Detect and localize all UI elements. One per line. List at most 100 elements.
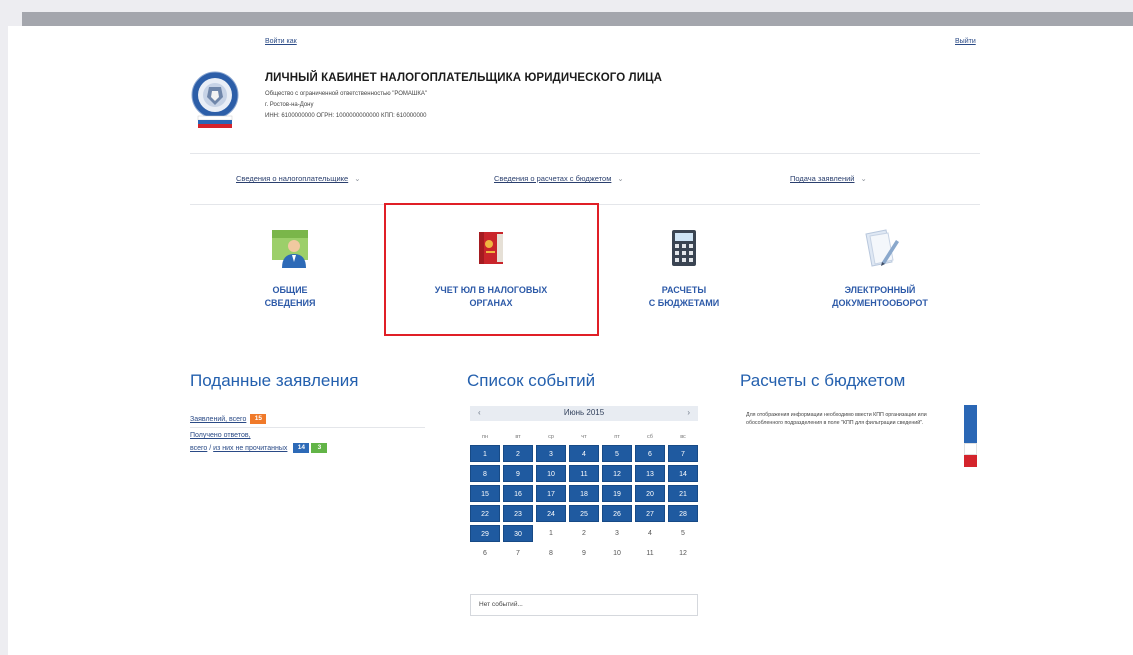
calendar-grid: пн вт ср чт пт сб вс 1 2 3 4 5 6 7 8 9 10 11 12 13 14 15 16 17 1…	[470, 432, 698, 562]
calendar-day-other-month[interactable]: 7	[503, 545, 533, 562]
tile-label-line1: ОБЩИЕ	[272, 285, 308, 295]
chevron-down-icon: ⌄	[617, 174, 624, 183]
applications-title: Поданные заявления	[190, 371, 359, 390]
selected-tile-highlight	[384, 203, 599, 336]
calendar-day[interactable]: 17	[536, 485, 566, 502]
calendar-weekday: вс	[680, 434, 686, 440]
calendar-day-other-month[interactable]: 10	[602, 545, 632, 562]
chevron-down-icon: ⌄	[860, 174, 867, 183]
fns-emblem-icon	[191, 71, 239, 128]
calendar-header: ‹ Июнь 2015 ›	[470, 406, 698, 421]
no-events-text: Нет событий...	[479, 601, 523, 608]
budget-info-box: Для отображения информации необходимо вв…	[740, 405, 978, 467]
nav-item-label: Сведения о расчетах с бюджетом	[494, 174, 612, 183]
responses-row: всего / из них не прочитанных 14 3	[190, 443, 328, 453]
calendar-day-other-month[interactable]: 5	[668, 525, 698, 542]
applications-total-badge: 15	[250, 414, 267, 424]
tile-label-line1: РАСЧЕТЫ	[661, 285, 707, 295]
applications-divider	[190, 427, 425, 428]
budget-title: Расчеты с бюджетом	[740, 371, 906, 390]
calendar-day-other-month[interactable]: 1	[536, 525, 566, 542]
calendar-day[interactable]: 6	[635, 445, 665, 462]
calendar-day-other-month[interactable]: 6	[470, 545, 500, 562]
calendar-day[interactable]: 30	[503, 525, 533, 542]
browser-top-bar	[22, 12, 1133, 26]
calendar-day-other-month[interactable]: 8	[536, 545, 566, 562]
nav-item-budget-info[interactable]: Сведения о расчетах с бюджетом ⌄	[494, 174, 624, 183]
calendar-day[interactable]: 22	[470, 505, 500, 522]
responses-received-badge: 14	[293, 443, 310, 453]
org-identifiers: ИНН: 6100000000 ОГРН: 1000000000000 КПП:…	[265, 113, 427, 119]
calendar-day[interactable]: 11	[569, 465, 599, 482]
applications-total-link[interactable]: Заявлений, всего	[190, 416, 246, 423]
calendar-day[interactable]: 13	[635, 465, 665, 482]
calendar-next-arrow[interactable]: ›	[687, 408, 690, 417]
tile-electronic-docs[interactable]: ЭЛЕКТРОННЫЙ ДОКУМЕНТООБОРОТ	[780, 214, 980, 310]
calendar-weekday: пн	[481, 434, 488, 440]
calendar-day[interactable]: 21	[668, 485, 698, 502]
nav-item-taxpayer-info[interactable]: Сведения о налогоплательщике ⌄	[236, 174, 360, 183]
calendar-day-other-month[interactable]: 12	[668, 545, 698, 562]
calendar-day[interactable]: 18	[569, 485, 599, 502]
calendar-day[interactable]: 16	[503, 485, 533, 502]
org-name: Общество с ограниченной ответственностью…	[265, 91, 428, 97]
calendar-day-other-month[interactable]: 2	[569, 525, 599, 542]
calendar-day[interactable]: 12	[602, 465, 632, 482]
calendar-day[interactable]: 10	[536, 465, 566, 482]
tile-label-line2: СВЕДЕНИЯ	[264, 298, 316, 308]
enter-as-link[interactable]: Войти как	[265, 38, 297, 45]
calendar-day[interactable]: 9	[503, 465, 533, 482]
calendar-day[interactable]: 26	[602, 505, 632, 522]
calendar-day[interactable]: 5	[602, 445, 632, 462]
calendar-weekday: чт	[581, 434, 587, 440]
calendar-day-other-month[interactable]: 11	[635, 545, 665, 562]
calendar-day[interactable]: 2	[503, 445, 533, 462]
person-icon	[272, 230, 308, 268]
russian-flag-stripe	[964, 405, 977, 467]
responses-unread-link[interactable]: из них не прочитанных	[213, 445, 287, 452]
tile-general-info[interactable]: ОБЩИЕ СВЕДЕНИЯ	[190, 214, 390, 310]
calendar-weekday: вт	[515, 434, 521, 440]
calendar-month: Июнь 2015	[563, 408, 605, 417]
tile-budget-settlements[interactable]: РАСЧЕТЫ С БЮДЖЕТАМИ	[584, 214, 784, 310]
calendar-day[interactable]: 25	[569, 505, 599, 522]
responses-all-link[interactable]: всего	[190, 445, 207, 452]
calendar-weekday: пт	[614, 434, 620, 440]
header-divider	[190, 153, 980, 154]
calendar-day[interactable]: 27	[635, 505, 665, 522]
applications-total-row: Заявлений, всего 15	[190, 414, 267, 424]
budget-info-text: Для отображения информации необходимо вв…	[746, 412, 927, 427]
calendar-day[interactable]: 15	[470, 485, 500, 502]
exit-link[interactable]: Выйти	[955, 38, 976, 45]
calendar-day[interactable]: 28	[668, 505, 698, 522]
calendar-day[interactable]: 8	[470, 465, 500, 482]
events-title: Список событий	[467, 371, 596, 390]
org-city: г. Ростов-на-Дону	[265, 102, 314, 108]
calendar-weekday: ср	[548, 434, 554, 440]
tile-label-line2: С БЮДЖЕТАМИ	[648, 298, 720, 308]
calendar-day[interactable]: 3	[536, 445, 566, 462]
nav-item-label: Подача заявлений	[790, 174, 855, 183]
calendar-day-other-month[interactable]: 4	[635, 525, 665, 542]
calendar-day[interactable]: 24	[536, 505, 566, 522]
nav-item-label: Сведения о налогоплательщике	[236, 174, 349, 183]
calendar-day[interactable]: 14	[668, 465, 698, 482]
calendar-day[interactable]: 23	[503, 505, 533, 522]
calendar-day[interactable]: 29	[470, 525, 500, 542]
calendar-day[interactable]: 7	[668, 445, 698, 462]
calendar-day[interactable]: 4	[569, 445, 599, 462]
events-list-box: Нет событий...	[470, 594, 698, 616]
chevron-down-icon: ⌄	[354, 174, 361, 183]
calendar-weekday: сб	[647, 434, 653, 440]
calendar-day[interactable]: 20	[635, 485, 665, 502]
calendar-day-other-month[interactable]: 9	[569, 545, 599, 562]
responses-label: Получено ответов,	[190, 432, 251, 439]
calendar-day[interactable]: 1	[470, 445, 500, 462]
cabinet-title: ЛИЧНЫЙ КАБИНЕТ НАЛОГОПЛАТЕЛЬЩИКА ЮРИДИЧЕ…	[265, 72, 662, 84]
responses-received-link[interactable]: Получено ответов,	[190, 432, 251, 439]
tile-label-line1: ЭЛЕКТРОННЫЙ	[844, 285, 916, 295]
calendar-day[interactable]: 19	[602, 485, 632, 502]
calculator-icon	[672, 230, 696, 266]
nav-item-applications[interactable]: Подача заявлений ⌄	[790, 174, 867, 183]
calendar-day-other-month[interactable]: 3	[602, 525, 632, 542]
